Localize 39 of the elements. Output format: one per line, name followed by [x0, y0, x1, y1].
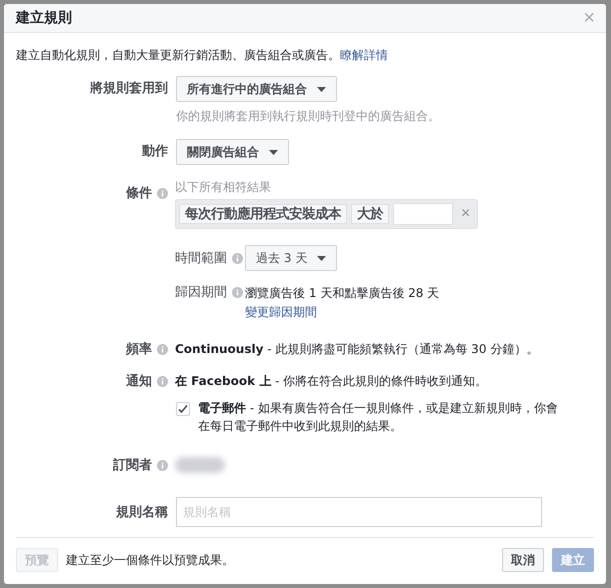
conditions-summary: 以下所有相符結果 [175, 179, 272, 196]
learn-more-link[interactable]: 瞭解詳情 [340, 48, 388, 62]
metric-chip[interactable]: 每次行動應用程式安裝成本 [179, 204, 347, 224]
redacted-name [175, 457, 225, 473]
field-label: 將規則套用到 [90, 80, 168, 97]
info-icon[interactable] [232, 252, 243, 264]
field-label: 規則名稱 [116, 504, 168, 521]
rule-name-field[interactable]: 規則名稱 [176, 497, 542, 527]
operator-chip[interactable]: 大於 [351, 204, 389, 224]
field-label: 頻率 [126, 340, 152, 358]
hint-text: 你的規則將套用到執行規則時刊登中的廣告組合。 [176, 108, 440, 125]
dropdown-button[interactable]: 關閉廣告組合 [176, 139, 289, 165]
email-text: 電子郵件 - 如果有廣告符合任一規則條件，或是建立新規則時，你會在每日電子郵件中收到此規則的結果。 [198, 400, 559, 435]
info-icon[interactable] [157, 460, 168, 470]
field-label: 條件 [126, 185, 152, 202]
attribution-text: 瀏覽廣告後 1 天和點擊廣告後 28 天 [245, 285, 440, 302]
footer-hint: 建立至少一個條件以預覽成果。 [66, 552, 234, 568]
info-icon[interactable] [232, 286, 243, 298]
info-icon[interactable] [157, 188, 168, 198]
value-field[interactable] [393, 203, 453, 225]
caret-icon [269, 150, 278, 154]
caret-icon [317, 86, 326, 92]
field-label: 時間範圍 [175, 250, 227, 267]
notification-text: 在 Facebook 上 - 你將在符合此規則的條件時收到通知。 [175, 373, 488, 390]
dialog-title: 建立規則 [16, 9, 72, 27]
caret-icon [317, 256, 326, 260]
checkbox[interactable] [176, 402, 190, 416]
dropdown-button[interactable]: 過去 3 天 [245, 245, 338, 271]
dropdown-button[interactable]: 所有進行中的廣告組合 [176, 76, 337, 102]
field-label: 通知 [126, 373, 152, 390]
intro-text: 建立自動化規則，自動大量更新行銷活動、廣告組合或廣告。瞭解詳情 [16, 47, 389, 64]
change-attribution-link[interactable]: 變更歸因期間 [245, 304, 440, 321]
field-label: 訂閱者 [113, 457, 152, 474]
info-icon[interactable] [157, 376, 168, 386]
field-label: 動作 [142, 143, 168, 160]
field-label: 歸因期間 [175, 284, 227, 301]
cancel-button[interactable]: 取消 [502, 548, 544, 572]
frequency-text: Continuously - 此規則將盡可能頻繁執行（通常為每 30 分鐘）。 [175, 341, 538, 358]
info-icon[interactable] [157, 344, 168, 354]
